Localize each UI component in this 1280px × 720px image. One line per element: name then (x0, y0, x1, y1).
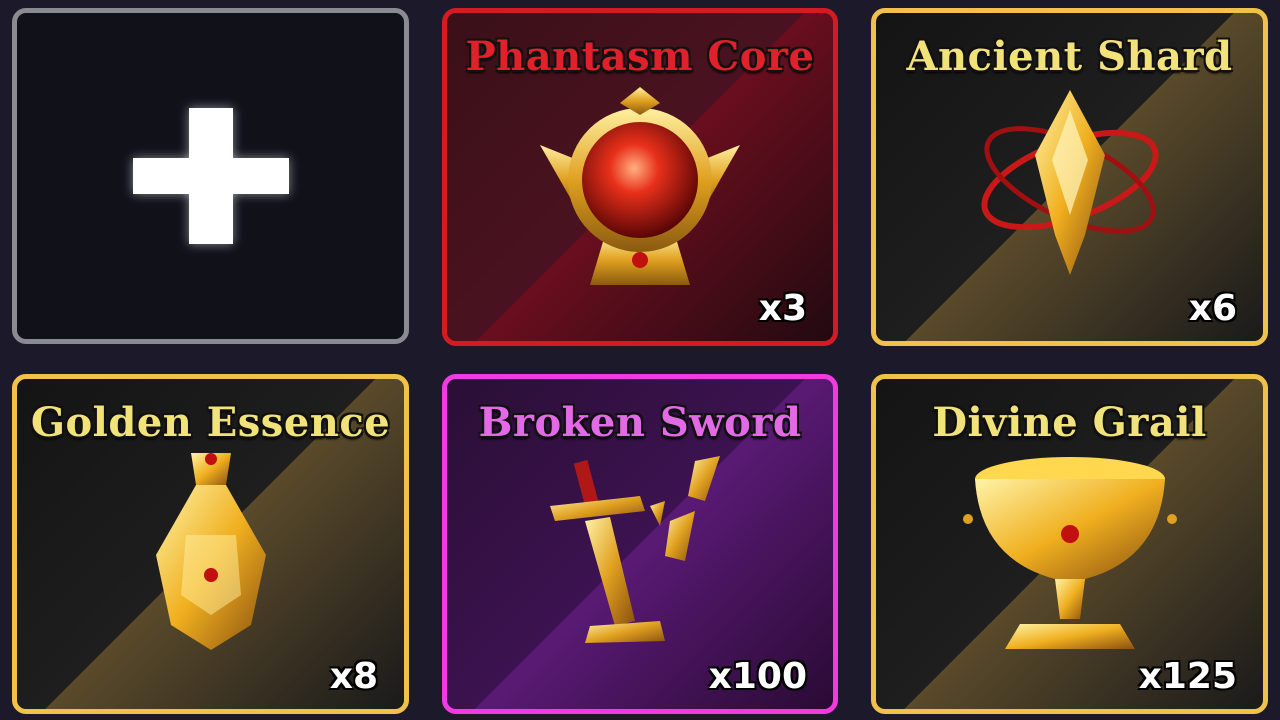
red-orb-icon (540, 87, 740, 285)
item-quantity: x100 (708, 656, 807, 697)
item-quantity: x125 (1138, 656, 1237, 697)
item-name: Broken Sword (478, 399, 802, 446)
item-slot-golden-essence[interactable]: Golden Essence x8 (12, 374, 409, 714)
grail-icon (962, 457, 1177, 649)
item-name: Golden Essence (30, 399, 391, 446)
broken-sword-icon (550, 456, 720, 643)
item-slot-ancient-shard[interactable]: Ancient Shard x6 (871, 8, 1268, 346)
add-item-slot[interactable] (12, 8, 409, 344)
item-name: Ancient Shard (906, 33, 1233, 80)
item-quantity: x8 (329, 656, 378, 697)
item-slot-phantasm-core[interactable]: Phantasm Core x3 (442, 8, 838, 346)
item-quantity: x3 (758, 288, 807, 329)
item-name: Phantasm Core (465, 33, 815, 80)
item-quantity: x6 (1188, 288, 1237, 329)
golden-shard-icon (980, 90, 1159, 275)
item-slot-divine-grail[interactable]: Divine Grail x125 (871, 374, 1268, 714)
item-name: Divine Grail (932, 399, 1207, 446)
plus-icon (132, 108, 289, 244)
item-slot-broken-sword[interactable]: Broken Sword x100 (442, 374, 838, 714)
golden-flask-icon (155, 453, 266, 650)
